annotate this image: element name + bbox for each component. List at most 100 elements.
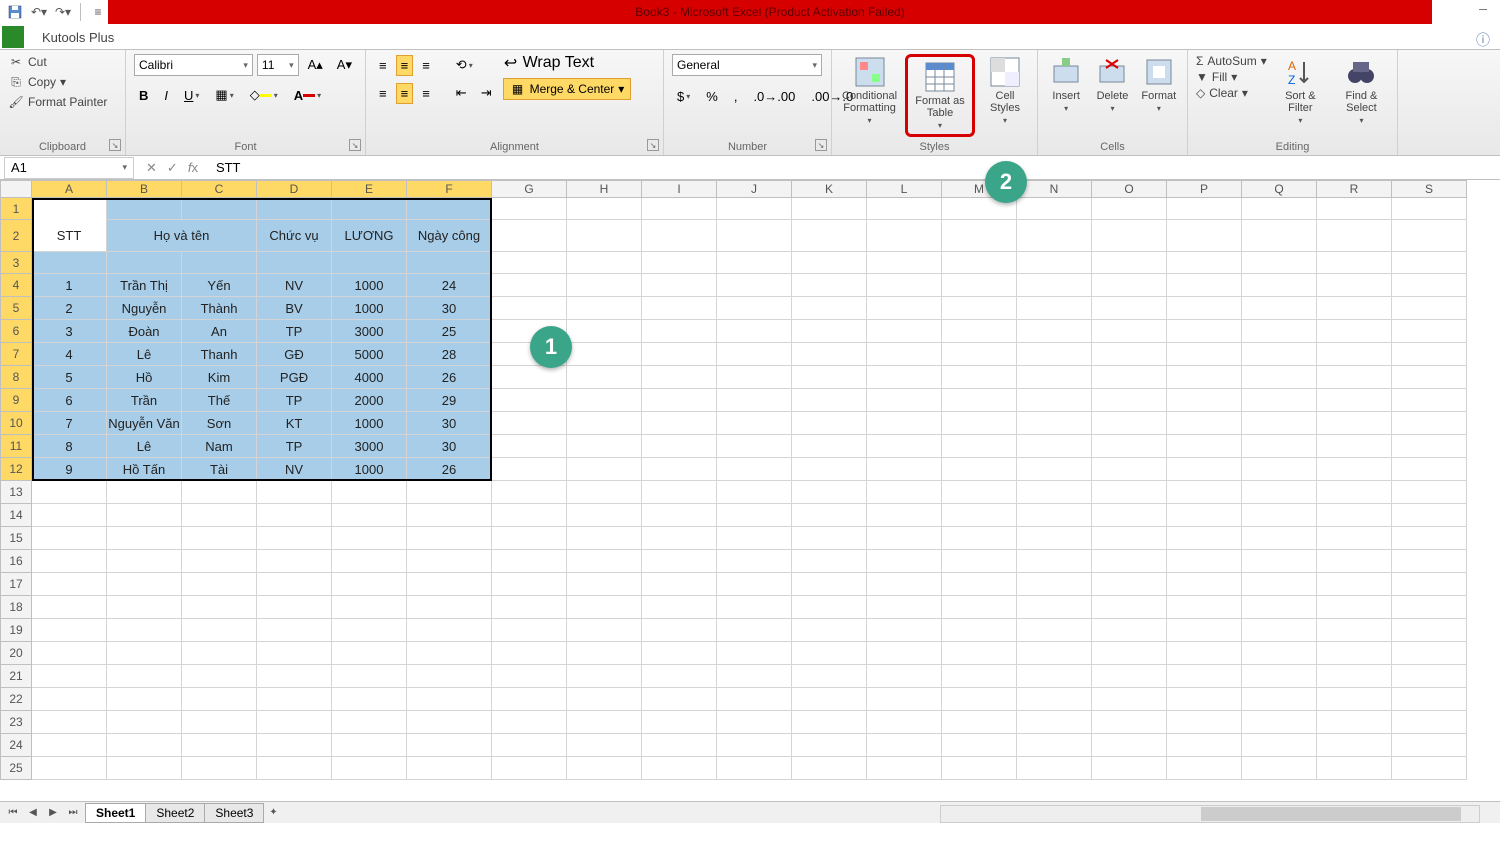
cell[interactable] [1167, 642, 1242, 665]
column-header[interactable]: J [717, 180, 792, 198]
cell[interactable] [1092, 504, 1167, 527]
cell[interactable]: NV [257, 274, 332, 297]
cell[interactable]: 2000 [332, 389, 407, 412]
file-tab[interactable] [2, 26, 24, 48]
cell[interactable] [867, 252, 942, 274]
cell[interactable] [492, 458, 567, 481]
cell[interactable] [642, 412, 717, 435]
cell[interactable] [642, 297, 717, 320]
cell[interactable] [867, 757, 942, 780]
cell[interactable] [407, 252, 492, 274]
cell[interactable] [182, 711, 257, 734]
cell[interactable] [1092, 366, 1167, 389]
cell[interactable] [182, 573, 257, 596]
cell[interactable] [492, 734, 567, 757]
cell[interactable] [332, 504, 407, 527]
cell[interactable] [567, 320, 642, 343]
cell[interactable] [257, 527, 332, 550]
cell[interactable] [717, 550, 792, 573]
cell[interactable] [1167, 435, 1242, 458]
font-dialog-launcher[interactable]: ↘ [349, 139, 361, 151]
currency-button[interactable]: $ [672, 86, 695, 107]
cell[interactable] [1392, 642, 1467, 665]
cell[interactable] [1167, 252, 1242, 274]
cell[interactable] [717, 366, 792, 389]
cell[interactable] [867, 665, 942, 688]
cell[interactable] [407, 504, 492, 527]
cell[interactable]: Thành [182, 297, 257, 320]
tab-kutools-plus[interactable]: Kutools Plus [28, 26, 129, 49]
font-color-button[interactable]: A [289, 85, 326, 106]
cell[interactable] [492, 412, 567, 435]
cell[interactable] [717, 412, 792, 435]
cell[interactable] [567, 619, 642, 642]
cell[interactable] [792, 198, 867, 220]
bold-button[interactable]: B [134, 85, 153, 106]
cell[interactable] [182, 527, 257, 550]
cell[interactable] [1242, 550, 1317, 573]
cell[interactable] [1092, 573, 1167, 596]
cell[interactable] [1242, 198, 1317, 220]
clear-button[interactable]: ◇Clear ▾ [1196, 86, 1267, 100]
cell[interactable]: Nguyễn Văn [107, 412, 182, 435]
cell[interactable] [492, 198, 567, 220]
cell[interactable] [942, 573, 1017, 596]
cell[interactable] [1392, 274, 1467, 297]
cell[interactable] [642, 711, 717, 734]
cell[interactable] [1017, 573, 1092, 596]
cell[interactable] [107, 527, 182, 550]
sheet-nav-last[interactable]: ⏭ [64, 804, 82, 822]
align-top-button[interactable]: ≡ [374, 55, 392, 76]
cell[interactable] [792, 252, 867, 274]
cell[interactable] [942, 366, 1017, 389]
cell[interactable] [942, 412, 1017, 435]
cell[interactable] [867, 573, 942, 596]
cell[interactable] [717, 596, 792, 619]
cell[interactable] [642, 389, 717, 412]
cell[interactable] [792, 320, 867, 343]
cell[interactable] [867, 220, 942, 252]
align-left-button[interactable]: ≡ [374, 83, 392, 104]
cell[interactable] [867, 366, 942, 389]
cell[interactable]: PGĐ [257, 366, 332, 389]
cell[interactable] [642, 458, 717, 481]
cell[interactable]: 30 [407, 435, 492, 458]
cell[interactable] [107, 596, 182, 619]
cell[interactable] [1092, 320, 1167, 343]
cell[interactable] [867, 527, 942, 550]
cell[interactable] [1242, 220, 1317, 252]
cell[interactable] [792, 734, 867, 757]
cell[interactable] [792, 274, 867, 297]
cell[interactable] [182, 619, 257, 642]
cell[interactable] [1317, 504, 1392, 527]
cell[interactable] [1242, 527, 1317, 550]
cell[interactable] [407, 619, 492, 642]
percent-button[interactable]: % [701, 86, 723, 107]
cell[interactable] [257, 619, 332, 642]
cell[interactable] [942, 297, 1017, 320]
cell[interactable] [257, 642, 332, 665]
cell[interactable] [1092, 688, 1167, 711]
cell[interactable] [1392, 619, 1467, 642]
cell[interactable] [1092, 343, 1167, 366]
cell[interactable]: 6 [32, 389, 107, 412]
cell[interactable] [717, 688, 792, 711]
cell[interactable]: 8 [32, 435, 107, 458]
cell[interactable]: Họ và tên [107, 220, 257, 252]
cell[interactable] [1017, 198, 1092, 220]
row-header[interactable]: 9 [0, 389, 32, 412]
cell[interactable] [642, 435, 717, 458]
cell[interactable] [717, 665, 792, 688]
row-header[interactable]: 7 [0, 343, 32, 366]
cell[interactable] [1017, 252, 1092, 274]
cell[interactable] [257, 550, 332, 573]
cell[interactable] [1392, 198, 1467, 220]
cell[interactable]: STT [32, 220, 107, 252]
cell[interactable] [1317, 297, 1392, 320]
row-header[interactable]: 13 [0, 481, 32, 504]
cell[interactable] [407, 573, 492, 596]
cell[interactable] [1317, 481, 1392, 504]
cell[interactable]: 2 [32, 297, 107, 320]
cell[interactable] [942, 435, 1017, 458]
cell[interactable] [1392, 435, 1467, 458]
